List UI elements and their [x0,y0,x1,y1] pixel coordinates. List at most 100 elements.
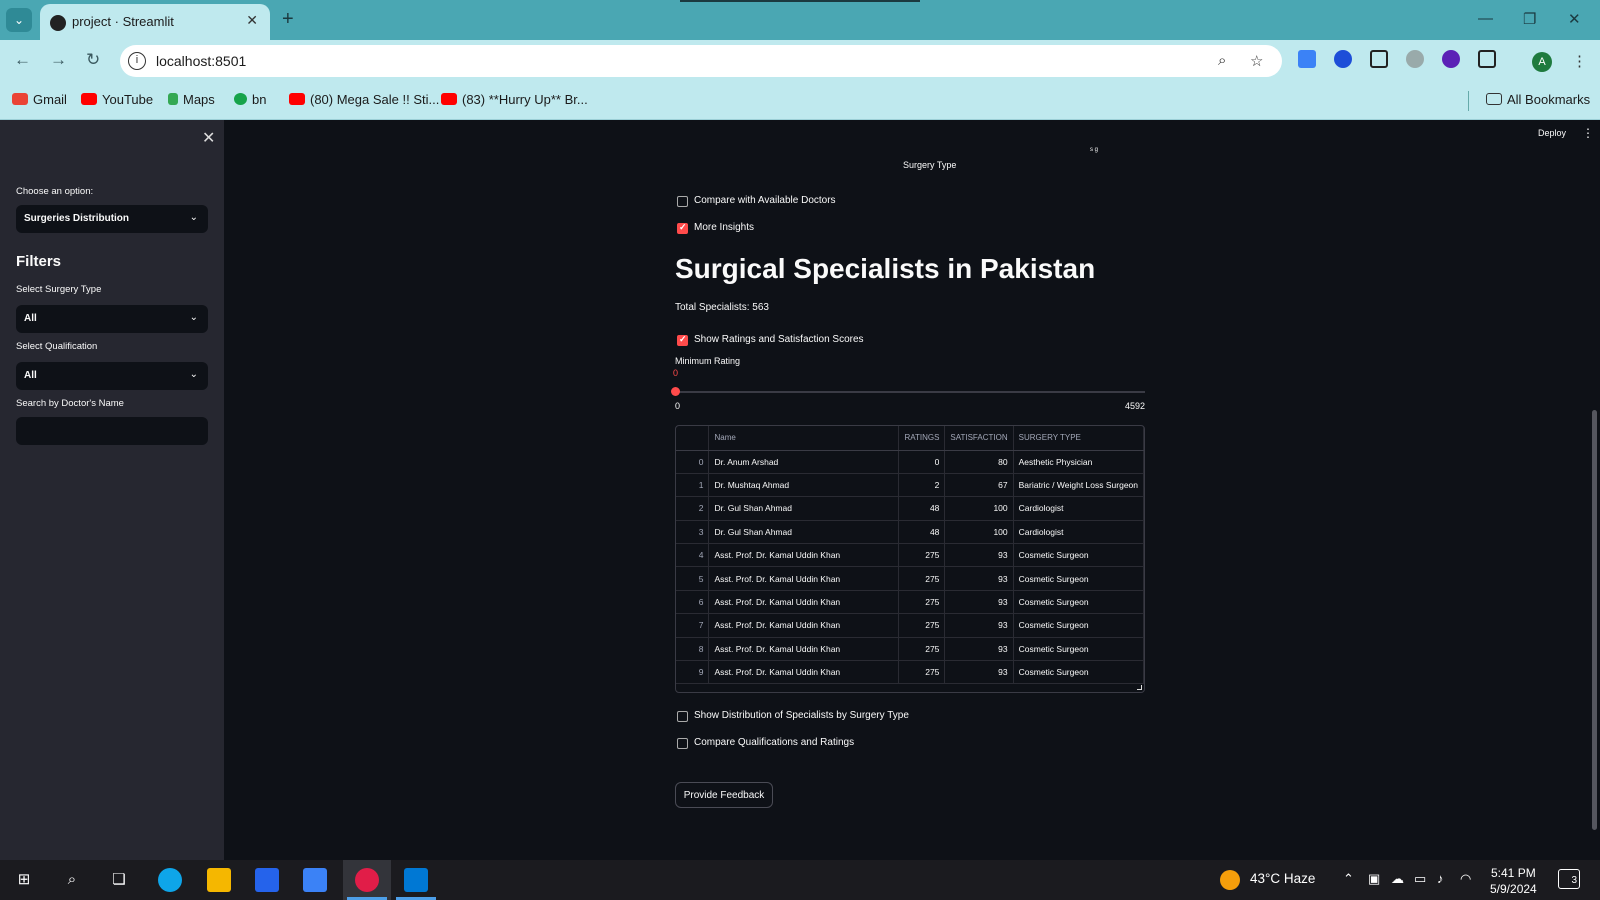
file-explorer-icon[interactable] [207,868,231,892]
ratings-cell[interactable]: 275 [898,660,946,685]
surgery-type-cell[interactable]: Cosmetic Surgeon [1013,590,1144,615]
ratings-cell[interactable]: 275 [898,613,946,638]
row-index[interactable]: 6 [676,590,710,615]
satisfaction-cell[interactable]: 93 [944,590,1014,615]
bookmark-hurry-up[interactable]: (83) **Hurry Up** Br... [441,92,588,107]
sidebar-close-icon[interactable]: ✕ [202,128,215,148]
onedrive-icon[interactable]: ☁ [1391,871,1404,887]
extension-globe-icon[interactable] [1334,50,1352,68]
satisfaction-cell[interactable]: 100 [944,496,1014,521]
ratings-cell[interactable]: 275 [898,543,946,568]
specialists-table[interactable]: Name RATINGS SATISFACTION SURGERY TYPE 0… [675,425,1145,693]
volume-icon[interactable]: ♪ [1437,871,1444,886]
surgery-type-cell[interactable]: Cosmetic Surgeon [1013,613,1144,638]
row-index[interactable]: 4 [676,543,710,568]
column-header-index[interactable] [676,426,710,451]
satisfaction-cell[interactable]: 80 [944,450,1014,474]
back-arrow-icon[interactable]: ← [14,50,31,70]
ratings-cell[interactable]: 48 [898,520,946,545]
vscode-icon[interactable] [404,868,428,892]
new-tab-plus-icon[interactable]: + [282,8,294,31]
qualification-select[interactable]: All ⌄ [16,362,208,390]
search-doctor-input[interactable] [16,417,208,445]
table-row[interactable]: 1 Dr. Mushtaq Ahmad 2 67 Bariatric / Weight … [676,473,1144,498]
bookmark-gmail[interactable]: Gmail [12,92,67,107]
slider-track[interactable] [675,391,1145,393]
satisfaction-cell[interactable]: 93 [944,637,1014,662]
task-view-icon[interactable]: ❏ [107,868,131,892]
satisfaction-cell[interactable]: 100 [944,520,1014,545]
extensions-puzzle-icon[interactable] [1478,50,1496,68]
row-index[interactable]: 0 [676,450,710,474]
surgery-type-cell[interactable]: Cosmetic Surgeon [1013,543,1144,568]
table-row[interactable]: 4 Asst. Prof. Dr. Kamal Uddin Khan 275 93 Co… [676,543,1144,568]
reload-icon[interactable]: ↻ [86,50,100,70]
satisfaction-cell[interactable]: 93 [944,566,1014,591]
bookmark-maps[interactable]: Maps [168,92,215,107]
windows-start-icon[interactable]: ⊞ [12,868,36,892]
store-icon[interactable] [255,868,279,892]
table-row[interactable]: 2 Dr. Gul Shan Ahmad 48 100 Cardiologist [676,496,1144,521]
doctor-name-cell[interactable]: Asst. Prof. Dr. Kamal Uddin Khan [708,660,900,685]
extension-translate-icon[interactable] [1298,50,1316,68]
surgery-type-select[interactable]: All ⌄ [16,305,208,333]
compare-qualifications-label[interactable]: Compare Qualifications and Ratings [694,737,854,748]
satisfaction-cell[interactable]: 93 [944,660,1014,685]
table-row[interactable]: 5 Asst. Prof. Dr. Kamal Uddin Khan 275 93 Co… [676,566,1144,591]
zoom-icon[interactable]: ⌕ [1218,52,1226,69]
show-hidden-icons-chevron-icon[interactable]: ⌃ [1343,871,1354,887]
slider-thumb[interactable] [671,387,680,396]
table-resize-handle[interactable] [1137,685,1142,690]
wifi-icon[interactable]: ◠ [1460,871,1471,887]
surgery-type-cell[interactable]: Cardiologist [1013,496,1144,521]
satisfaction-cell[interactable]: 67 [944,473,1014,498]
bookmark-star-icon[interactable]: ☆ [1250,52,1263,70]
table-row[interactable]: 9 Asst. Prof. Dr. Kamal Uddin Khan 275 93 Co… [676,660,1144,685]
satisfaction-cell[interactable]: 93 [944,543,1014,568]
row-index[interactable]: 1 [676,473,710,498]
doctor-name-cell[interactable]: Asst. Prof. Dr. Kamal Uddin Khan [708,566,900,591]
table-row[interactable]: 7 Asst. Prof. Dr. Kamal Uddin Khan 275 93 Co… [676,613,1144,638]
column-header-name[interactable]: Name [708,426,900,451]
doctor-name-cell[interactable]: Dr. Gul Shan Ahmad [708,520,900,545]
app-menu-icon[interactable]: ⋮ [1582,126,1594,140]
ratings-cell[interactable]: 275 [898,566,946,591]
forward-arrow-icon[interactable]: → [50,50,67,70]
show-distribution-checkbox[interactable] [677,711,688,722]
surgery-type-cell[interactable]: Cardiologist [1013,520,1144,545]
show-ratings-label[interactable]: Show Ratings and Satisfaction Scores [694,334,864,345]
address-bar[interactable]: i localhost:8501 ⌕ ☆ [120,45,1282,77]
more-insights-label[interactable]: More Insights [694,222,754,233]
provide-feedback-button[interactable]: Provide Feedback [675,782,773,808]
column-header-satisfaction[interactable]: SATISFACTION [944,426,1014,451]
browser-menu-icon[interactable]: ⋮ [1572,52,1587,70]
minimize-icon[interactable]: — [1478,10,1493,27]
ratings-cell[interactable]: 275 [898,590,946,615]
window-close-icon[interactable]: ✕ [1568,10,1581,28]
show-ratings-checkbox[interactable] [677,334,688,346]
tab-search-chevron-icon[interactable]: ⌄ [6,8,32,32]
doctor-name-cell[interactable]: Asst. Prof. Dr. Kamal Uddin Khan [708,590,900,615]
chrome-icon[interactable] [355,868,379,892]
satisfaction-cell[interactable]: 93 [944,613,1014,638]
surgery-type-cell[interactable]: Cosmetic Surgeon [1013,566,1144,591]
row-index[interactable]: 7 [676,613,710,638]
doctor-name-cell[interactable]: Asst. Prof. Dr. Kamal Uddin Khan [708,637,900,662]
extension-vpn-icon[interactable] [1406,50,1424,68]
edge-icon[interactable] [158,868,182,892]
compare-doctors-label[interactable]: Compare with Available Doctors [694,195,836,206]
profile-avatar[interactable]: A [1532,52,1552,72]
page-scrollbar[interactable] [1592,410,1597,830]
deploy-button[interactable]: Deploy [1538,128,1566,138]
bookmark-mega-sale[interactable]: (80) Mega Sale !! Sti... [289,92,439,107]
doctor-name-cell[interactable]: Dr. Mushtaq Ahmad [708,473,900,498]
compare-doctors-checkbox[interactable] [677,196,688,207]
doctor-name-cell[interactable]: Dr. Anum Arshad [708,450,900,474]
surgery-type-cell[interactable]: Cosmetic Surgeon [1013,637,1144,662]
choose-option-select[interactable]: Surgeries Distribution ⌄ [16,205,208,233]
table-row[interactable]: 3 Dr. Gul Shan Ahmad 48 100 Cardiologist [676,520,1144,545]
row-index[interactable]: 2 [676,496,710,521]
mail-icon[interactable] [303,868,327,892]
column-header-ratings[interactable]: RATINGS [898,426,946,451]
doctor-name-cell[interactable]: Dr. Gul Shan Ahmad [708,496,900,521]
